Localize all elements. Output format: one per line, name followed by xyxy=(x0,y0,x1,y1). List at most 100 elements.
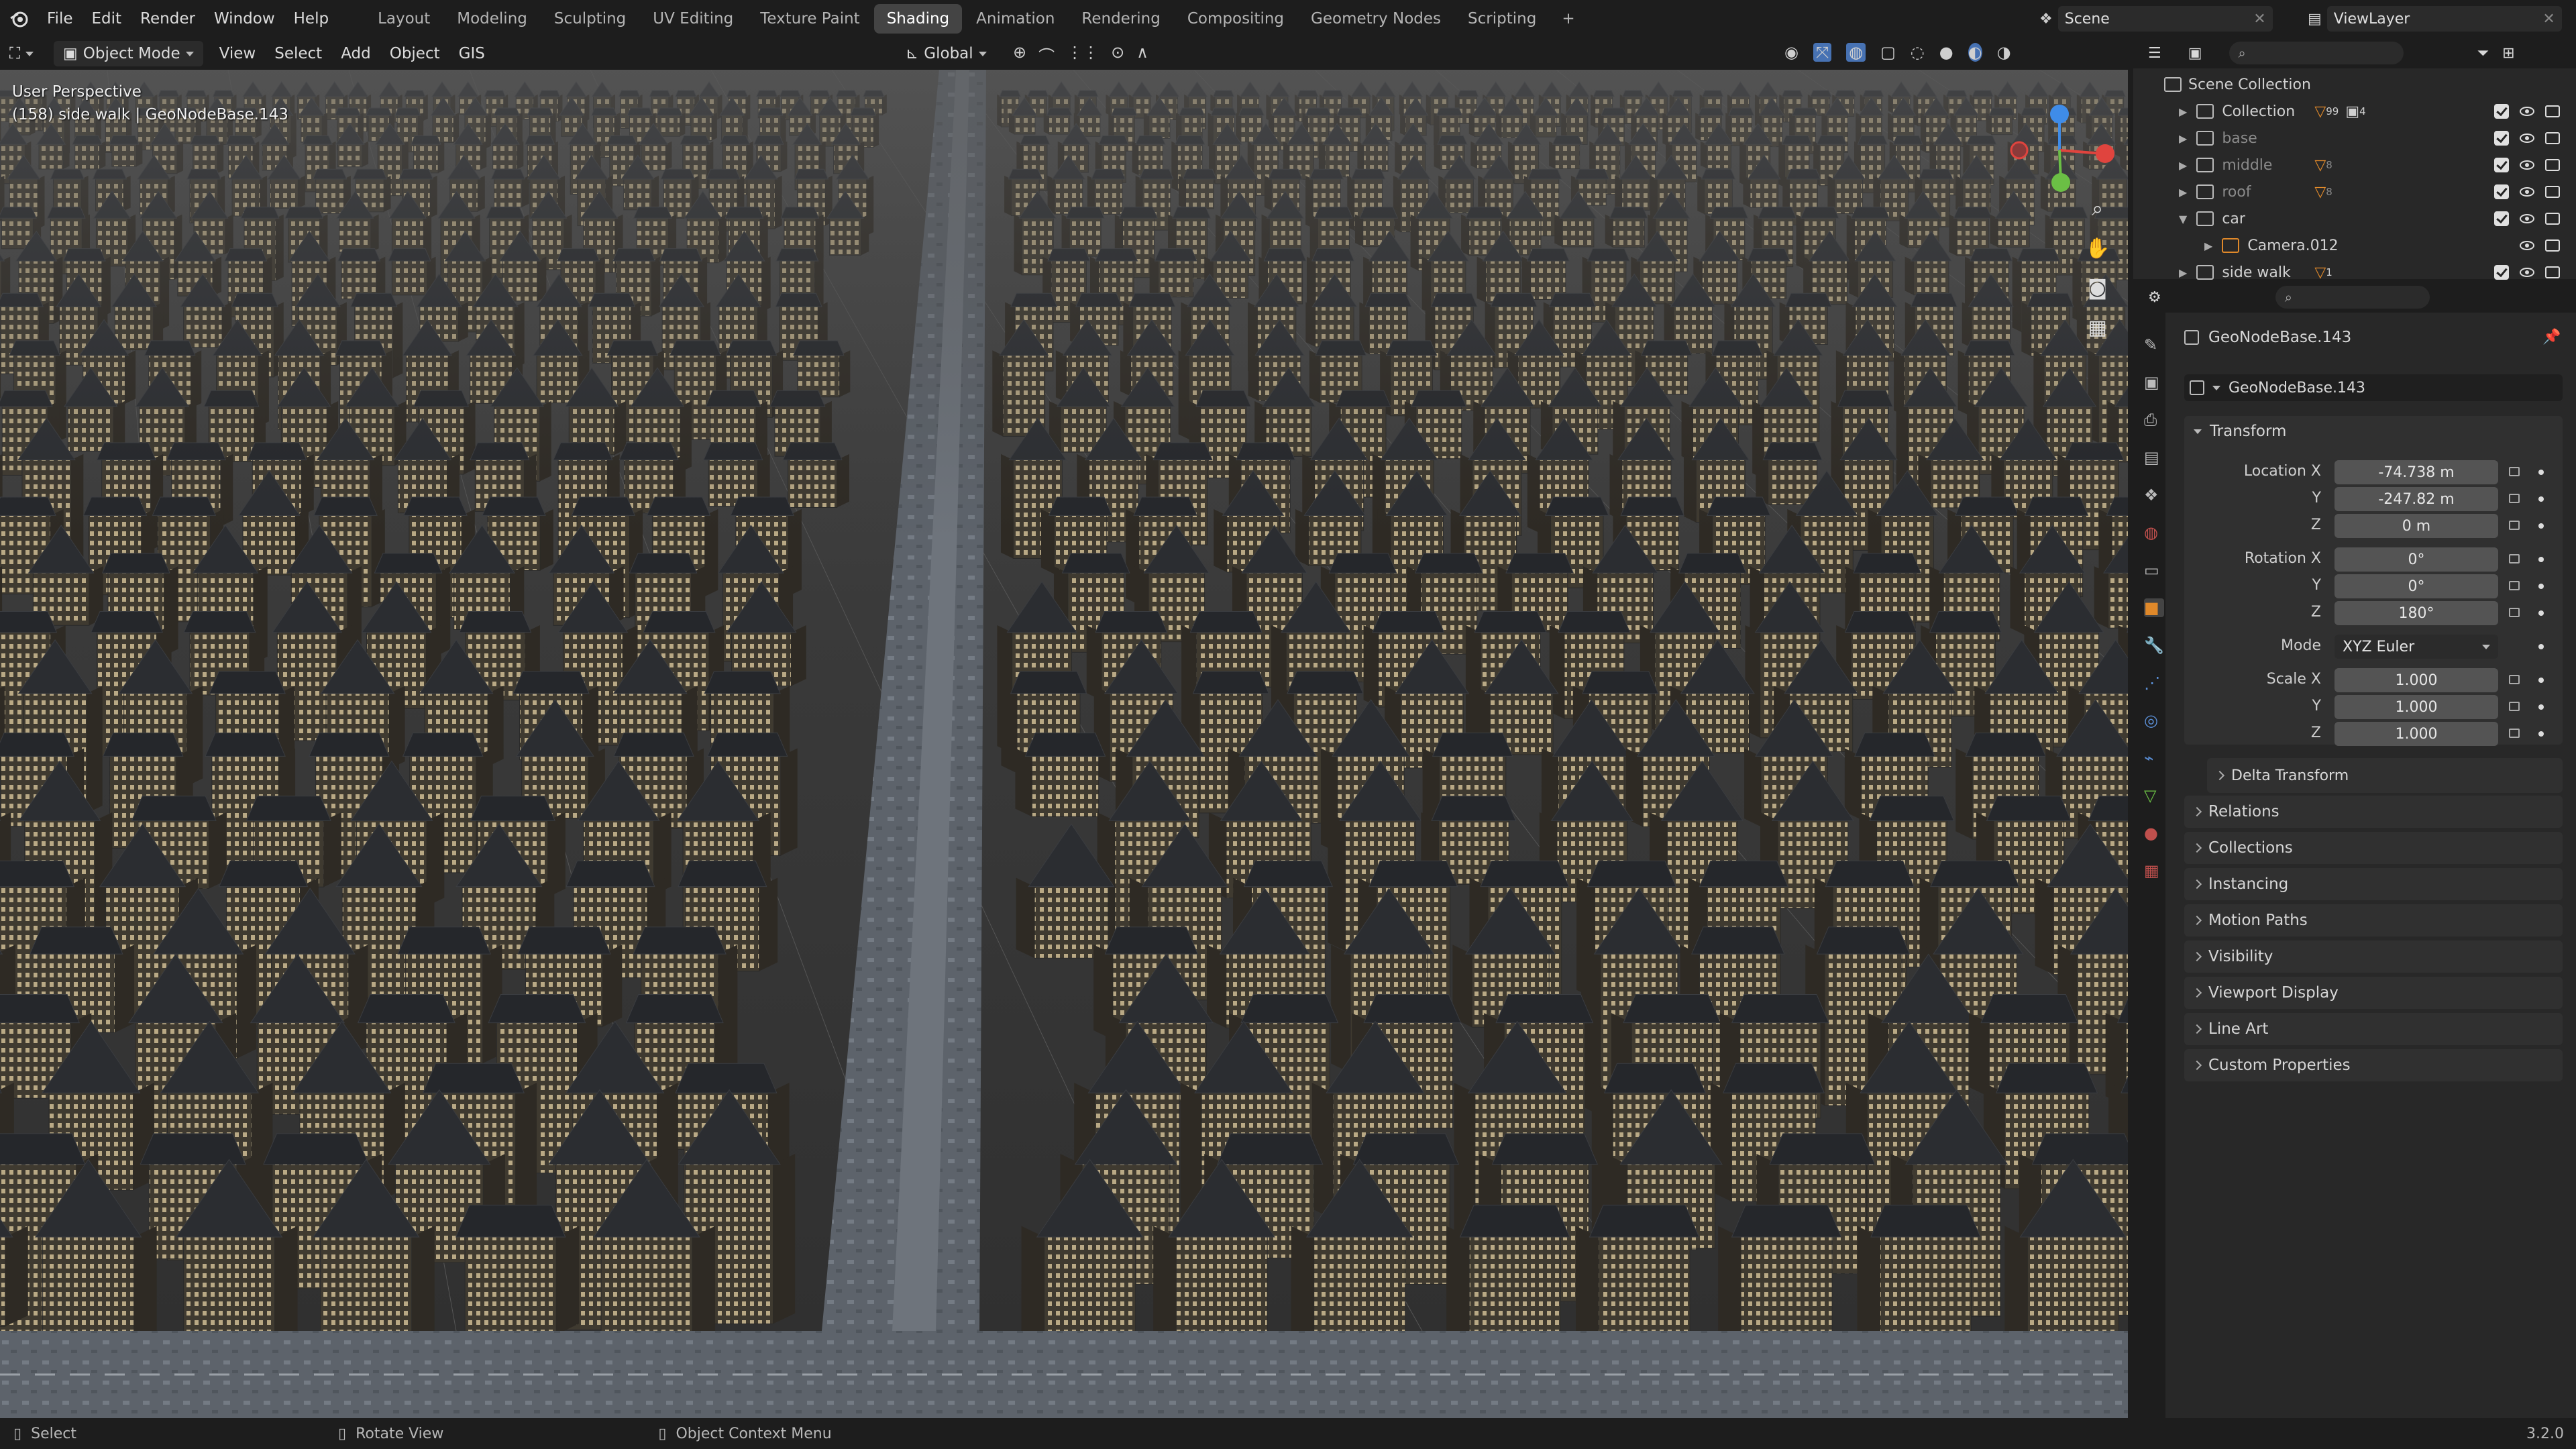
scene-remove-icon[interactable]: ✕ xyxy=(2253,11,2265,28)
outliner-search-input[interactable]: ⌕ xyxy=(2229,42,2404,64)
lock-icon[interactable] xyxy=(2509,467,2520,476)
menu-object[interactable]: Object xyxy=(380,38,449,70)
lock-icon[interactable] xyxy=(2509,608,2520,617)
rotation-z-field[interactable]: 180° xyxy=(2334,601,2498,625)
tab-scripting[interactable]: Scripting xyxy=(1455,4,1549,34)
falloff-icon[interactable]: ∧ xyxy=(1136,43,1148,66)
panel-visibility[interactable]: Visibility xyxy=(2184,941,2563,973)
lock-icon[interactable] xyxy=(2509,494,2520,503)
tab-modeling[interactable]: Modeling xyxy=(444,4,540,34)
menu-window[interactable]: Window xyxy=(205,0,284,38)
transform-header[interactable]: Transform xyxy=(2194,423,2286,440)
render-camera-icon[interactable] xyxy=(2545,266,2560,278)
pin-icon[interactable]: 📌 xyxy=(2542,329,2561,345)
scale-z-field[interactable]: 1.000 xyxy=(2334,722,2498,746)
world-tab-icon[interactable]: ◍ xyxy=(2144,523,2164,542)
visibility-eye-icon[interactable] xyxy=(2520,133,2534,143)
tab-animation[interactable]: Animation xyxy=(963,4,1067,34)
scale-y-field[interactable]: 1.000 xyxy=(2334,695,2498,719)
render-camera-icon[interactable] xyxy=(2545,132,2560,144)
rendered-shading-icon[interactable]: ◑ xyxy=(1997,43,2011,62)
lock-icon[interactable] xyxy=(2509,521,2520,530)
tab-rendering[interactable]: Rendering xyxy=(1069,4,1173,34)
panel-collections[interactable]: Collections xyxy=(2184,832,2563,864)
editor-type-selector[interactable]: ⛶ xyxy=(0,38,54,70)
rotation-x-field[interactable]: 0° xyxy=(2334,547,2498,572)
location-z-field[interactable]: 0 m xyxy=(2334,514,2498,538)
new-collection-icon[interactable]: ⊞ xyxy=(2502,45,2514,62)
visibility-eye-icon[interactable] xyxy=(2520,241,2534,250)
snap-icon[interactable]: ⌒ xyxy=(1038,43,1055,66)
expand-arrow-icon[interactable]: ▶ xyxy=(2179,159,2187,172)
outliner-scene-collection[interactable]: Scene Collection xyxy=(2133,71,2576,98)
outliner-row-base[interactable]: ▶ base xyxy=(2133,125,2576,152)
delta-transform-subpanel[interactable]: Delta Transform xyxy=(2207,758,2563,793)
keyframe-dot-icon[interactable] xyxy=(2538,704,2544,710)
panel-line-art[interactable]: Line Art xyxy=(2184,1013,2563,1045)
outliner-row-roof[interactable]: ▶ roof ▽ 8 xyxy=(2133,178,2576,205)
outliner-row-collection[interactable]: ▶ Collection ▽ 99 ▣ 4 xyxy=(2133,98,2576,125)
gizmo-y-axis[interactable] xyxy=(2051,173,2070,192)
lock-icon[interactable] xyxy=(2509,554,2520,564)
visibility-eye-icon[interactable] xyxy=(2520,214,2534,223)
exclude-checkbox[interactable] xyxy=(2494,104,2509,119)
material-tab-icon[interactable]: ● xyxy=(2144,824,2164,843)
expand-arrow-icon[interactable]: ▶ xyxy=(2204,239,2212,252)
menu-view[interactable]: View xyxy=(210,38,266,70)
render-camera-icon[interactable] xyxy=(2545,239,2560,252)
visibility-eye-icon[interactable] xyxy=(2520,160,2534,170)
outliner-row-car[interactable]: ▼ car xyxy=(2133,205,2576,232)
exclude-checkbox[interactable] xyxy=(2494,184,2509,199)
lock-icon[interactable] xyxy=(2509,702,2520,711)
location-y-field[interactable]: -247.82 m xyxy=(2334,487,2498,511)
constraints-tab-icon[interactable]: ⌁ xyxy=(2144,749,2164,767)
gizmo-x-axis[interactable] xyxy=(2096,144,2114,163)
exclude-checkbox[interactable] xyxy=(2494,265,2509,280)
proportional-edit-icon[interactable]: ⊙ xyxy=(1111,43,1124,66)
data-tab-icon[interactable]: ▽ xyxy=(2144,786,2164,805)
view-layer-remove-icon[interactable]: ✕ xyxy=(2542,11,2555,28)
scale-x-field[interactable]: 1.000 xyxy=(2334,668,2498,692)
menu-select[interactable]: Select xyxy=(265,38,331,70)
visibility-eye-icon[interactable] xyxy=(2520,268,2534,277)
material-shading-icon[interactable]: ◐ xyxy=(1968,43,1982,62)
object-data-field[interactable]: GeoNodeBase.143 xyxy=(2184,374,2563,401)
render-camera-icon[interactable] xyxy=(2545,213,2560,225)
tab-texture-paint[interactable]: Texture Paint xyxy=(747,4,872,34)
transform-orientation-dropdown[interactable]: ⊾ Global xyxy=(899,41,994,66)
keyframe-dot-icon[interactable] xyxy=(2538,496,2544,502)
lock-icon[interactable] xyxy=(2509,675,2520,684)
output-tab-icon[interactable]: ⎙ xyxy=(2144,411,2164,429)
expand-arrow-icon[interactable]: ▶ xyxy=(2179,105,2187,118)
menu-gis[interactable]: GIS xyxy=(449,38,494,70)
keyframe-dot-icon[interactable] xyxy=(2538,557,2544,562)
blender-logo-icon[interactable] xyxy=(0,0,38,38)
scene-icon[interactable]: ❖ xyxy=(2039,11,2053,28)
properties-editor-icon[interactable]: ⚙ xyxy=(2148,289,2161,306)
view-layer-tab-icon[interactable]: ▤ xyxy=(2144,448,2164,467)
pan-hand-icon[interactable]: ✋ xyxy=(2085,237,2110,260)
overlays-toggle-icon[interactable]: ◍ xyxy=(1846,43,1866,62)
tab-sculpting[interactable]: Sculpting xyxy=(541,4,639,34)
outliner-display-mode-icon[interactable]: ▣ xyxy=(2188,45,2202,62)
location-x-field[interactable]: -74.738 m xyxy=(2334,460,2498,484)
keyframe-dot-icon[interactable] xyxy=(2538,584,2544,589)
camera-view-icon[interactable]: ◙ xyxy=(2088,276,2107,300)
render-camera-icon[interactable] xyxy=(2545,105,2560,117)
panel-instancing[interactable]: Instancing xyxy=(2184,868,2563,900)
scene-tab-icon[interactable]: ❖ xyxy=(2144,486,2164,504)
panel-custom-properties[interactable]: Custom Properties xyxy=(2184,1049,2563,1081)
object-tab-icon[interactable]: ■ xyxy=(2144,598,2164,617)
keyframe-dot-icon[interactable] xyxy=(2538,523,2544,529)
exclude-checkbox[interactable] xyxy=(2494,158,2509,172)
zoom-icon[interactable]: ⌕ xyxy=(2092,197,2103,221)
filter-icon[interactable]: ⏷ xyxy=(2477,45,2489,62)
tab-layout[interactable]: Layout xyxy=(365,4,443,34)
panel-viewport-display[interactable]: Viewport Display xyxy=(2184,977,2563,1009)
menu-add[interactable]: Add xyxy=(331,38,380,70)
tab-uv-editing[interactable]: UV Editing xyxy=(640,4,746,34)
visibility-eye-icon[interactable] xyxy=(2520,187,2534,197)
keyframe-dot-icon[interactable] xyxy=(2538,678,2544,683)
tab-compositing[interactable]: Compositing xyxy=(1175,4,1297,34)
outliner-row-camera-012[interactable]: ▶ Camera.012 xyxy=(2133,232,2576,259)
